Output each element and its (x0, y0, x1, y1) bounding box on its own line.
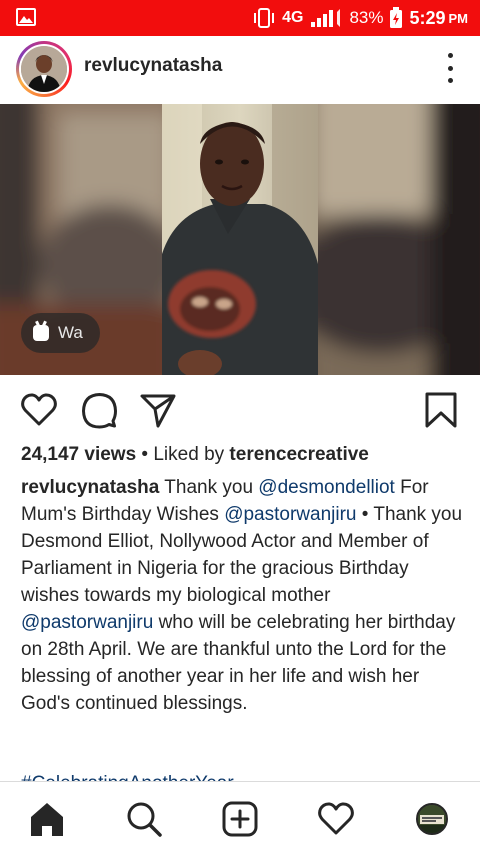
network-type: 4G (282, 9, 304, 26)
profile-avatar-image (418, 805, 446, 833)
profile-avatar (416, 803, 448, 835)
watch-igtv-pill[interactable]: Wa (21, 313, 100, 353)
bottom-nav (0, 781, 480, 854)
avatar-portrait (21, 46, 67, 92)
tv-icon (33, 325, 49, 341)
mention-link[interactable]: @desmondelliot (258, 477, 395, 498)
post-caption: revlucynatasha Thank you @desmondelliot … (21, 474, 466, 717)
liked-by-label: • Liked by (136, 444, 230, 465)
mention-link[interactable]: @pastorwanjiru (224, 504, 356, 525)
clock: 5:29 (409, 7, 446, 28)
vibrate-icon (254, 8, 275, 28)
caption-author[interactable]: revlucynatasha (21, 477, 159, 498)
post-actions (0, 375, 480, 445)
caption-text: Thank you (159, 477, 259, 498)
comment-icon[interactable] (80, 391, 118, 429)
status-icons: 4G 83% 5:29 PM (252, 0, 468, 36)
liked-by-user[interactable]: terencecreative (229, 444, 368, 465)
status-bar: 4G 83% 5:29 PM (0, 0, 480, 36)
activity-icon[interactable] (317, 800, 355, 838)
clock-ampm: PM (448, 10, 469, 26)
post-username[interactable]: revlucynatasha (84, 55, 222, 77)
bookmark-icon[interactable] (422, 391, 460, 429)
heart-icon[interactable] (20, 391, 58, 429)
avatar[interactable] (21, 46, 67, 92)
share-icon[interactable] (139, 391, 177, 429)
post-header: revlucynatasha (0, 36, 480, 104)
profile-tab[interactable] (413, 800, 451, 838)
battery-charging-icon (390, 7, 403, 28)
more-options-icon[interactable] (446, 53, 454, 83)
story-ring[interactable] (16, 41, 72, 97)
home-icon[interactable] (28, 800, 66, 838)
post-video[interactable]: Wa (0, 104, 480, 375)
watch-label: Wa (58, 323, 83, 342)
gallery-notification-icon (16, 8, 36, 26)
battery-percent: 83% (349, 8, 384, 27)
search-icon[interactable] (125, 800, 163, 838)
post-stats: 24,147 views • Liked by terencecreative (21, 444, 369, 466)
new-post-icon[interactable] (221, 800, 259, 838)
view-count[interactable]: 24,147 views (21, 444, 136, 465)
signal-icon (311, 9, 341, 27)
mention-link[interactable]: @pastorwanjiru (21, 612, 153, 633)
